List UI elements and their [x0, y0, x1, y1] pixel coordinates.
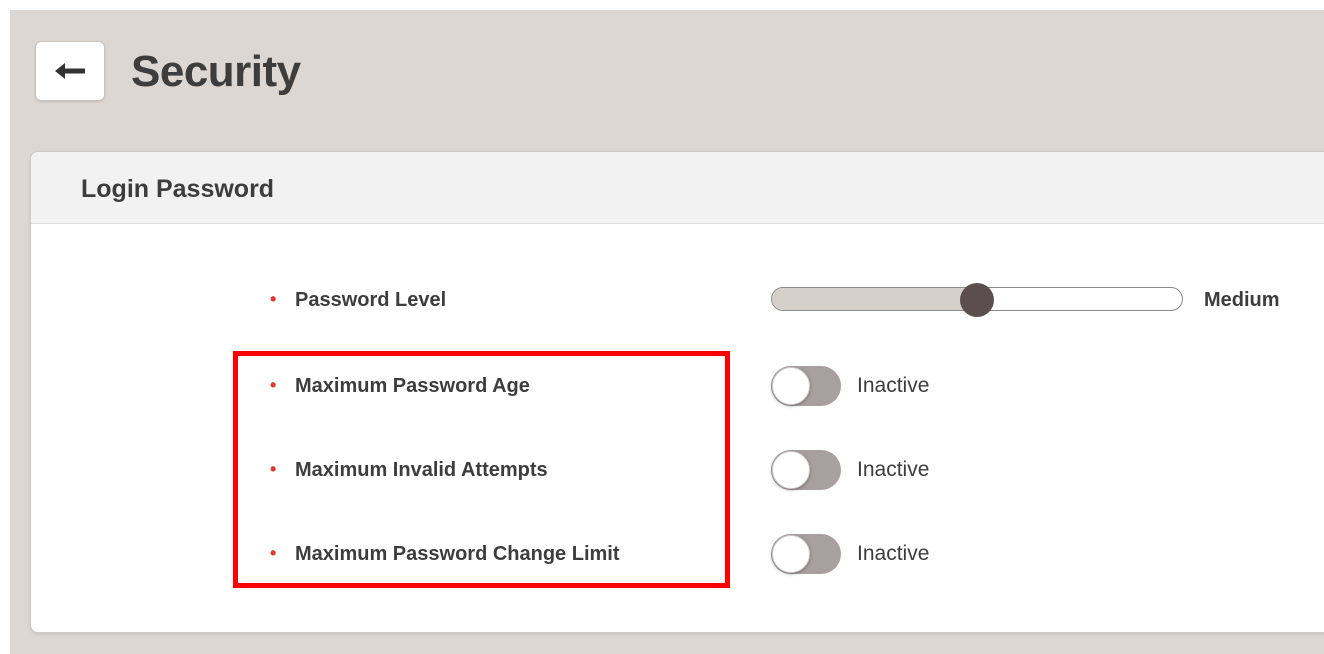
page-title: Security [131, 47, 301, 96]
max-password-change-limit-status: Inactive [857, 542, 930, 565]
required-marker: • [270, 543, 277, 563]
password-level-label: Password Level [295, 289, 447, 311]
max-invalid-attempts-label: Maximum Invalid Attempts [295, 459, 548, 481]
arrow-left-icon [53, 61, 87, 81]
max-invalid-attempts-toggle[interactable] [771, 450, 841, 490]
panel-header: Login Password [31, 152, 1324, 224]
required-marker: • [270, 459, 277, 479]
max-password-age-toggle[interactable] [771, 366, 841, 406]
max-password-change-limit-row: • Maximum Password Change Limit Inactive [31, 534, 1324, 574]
slider-thumb[interactable] [960, 283, 994, 317]
page-background: Security Login Password • Password Level… [10, 10, 1324, 654]
login-password-panel: Login Password • Password Level Medium •… [30, 151, 1324, 633]
required-marker: • [270, 375, 277, 395]
toggle-knob [772, 451, 810, 489]
max-invalid-attempts-row: • Maximum Invalid Attempts Inactive [31, 450, 1324, 490]
max-password-age-label: Maximum Password Age [295, 375, 530, 397]
max-password-change-limit-toggle[interactable] [771, 534, 841, 574]
panel-title: Login Password [81, 175, 275, 203]
max-invalid-attempts-status: Inactive [857, 458, 930, 481]
toggle-knob [772, 535, 810, 573]
max-password-age-row: • Maximum Password Age Inactive [31, 366, 1324, 406]
required-marker: • [270, 289, 277, 309]
toggle-knob [772, 367, 810, 405]
password-level-value: Medium [1204, 289, 1280, 311]
max-password-age-status: Inactive [857, 374, 930, 397]
back-button[interactable] [35, 41, 105, 101]
slider-fill [772, 288, 977, 310]
password-level-row: • Password Level Medium [31, 280, 1324, 320]
max-password-change-limit-label: Maximum Password Change Limit [295, 543, 620, 565]
